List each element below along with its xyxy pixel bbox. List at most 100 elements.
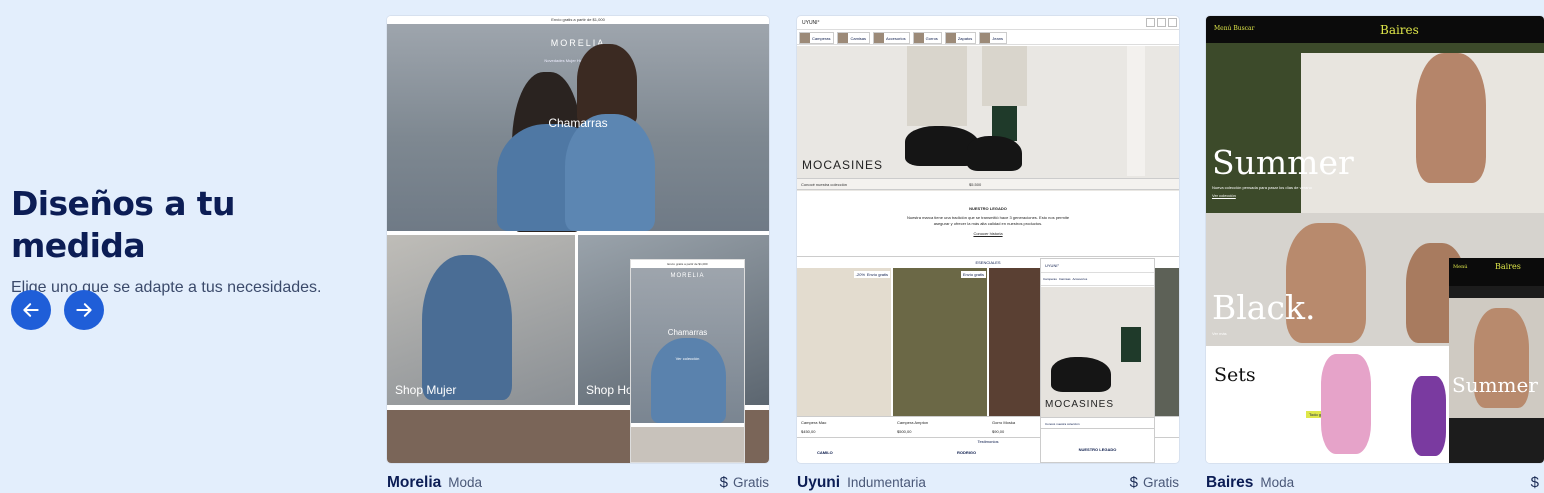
menu-icon xyxy=(1168,18,1177,27)
preview-hero-title: Summer xyxy=(1212,143,1354,182)
carousel-prev-button[interactable] xyxy=(11,290,51,330)
preview-nav: Novedades Mujer Hombre Accesorios xyxy=(544,58,612,63)
mobile-header: Menú Baires xyxy=(1449,258,1544,286)
category-thumbnail xyxy=(980,33,991,43)
mobile-banner: Envío gratis a partir de $1,000 xyxy=(667,262,708,266)
dollar-icon: $ xyxy=(1129,474,1138,491)
category-label: Camisas xyxy=(850,35,867,41)
legacy-text: Nuestra marca tiene una tradición que se… xyxy=(906,215,1070,226)
preview-header: UYUNI° xyxy=(797,16,1179,30)
product-image xyxy=(1155,268,1179,416)
hero-trouser-right xyxy=(982,46,1027,106)
product-name: Gorro Moska xyxy=(992,420,1016,425)
hero-model-right-jacket xyxy=(565,114,655,231)
product-image: -20% Envío gratis xyxy=(797,268,891,416)
hero-model-right xyxy=(577,44,637,124)
preview-category: Jeans xyxy=(979,32,1007,44)
preview-category: Zapatos xyxy=(944,32,977,44)
hero-trouser-left xyxy=(907,46,967,126)
preview-hero-title: MOCASINES xyxy=(802,158,884,172)
theme-price-label: Gratis xyxy=(732,475,769,490)
theme-card-uyuni[interactable]: UYUNI° Camperas Camisas Accesorios Gorro… xyxy=(797,16,1179,463)
preview-top-banner: Envío gratis a partir de $1,000 xyxy=(387,16,769,24)
mobile-logo: Baires xyxy=(1495,262,1521,271)
carousel-next-button[interactable] xyxy=(64,290,104,330)
preview-mobile: Envío gratis a partir de $1,000 MORELIA … xyxy=(630,259,745,463)
carousel-controls xyxy=(11,290,104,330)
mobile-hero-title: MOCASINES xyxy=(1045,399,1115,410)
preview-mobile: UYUNI° Camperas Camisas Accesorios MOCAS… xyxy=(1040,258,1155,463)
legacy-title: NUESTRO LEGADO xyxy=(969,206,1007,211)
cart-icon xyxy=(1157,18,1166,27)
theme-name: Morelia xyxy=(387,474,442,491)
badge-shipping: Envío gratis xyxy=(864,271,890,278)
theme-card-morelia[interactable]: Envío gratis a partir de $1,000 MORELIA … xyxy=(387,16,769,463)
preview-category: Camperas xyxy=(799,32,835,44)
reviewer-name: CAMILO xyxy=(817,450,833,455)
theme-price: $ Gratis xyxy=(720,474,769,491)
mobile-category: Camisas xyxy=(1058,277,1071,281)
mobile-sock xyxy=(1121,327,1141,362)
category-label: Jeans xyxy=(992,35,1003,41)
section-title: Diseños a tu medida xyxy=(11,184,235,265)
preview-hero-text: Nueva colección pensada para pasar los d… xyxy=(1212,185,1312,190)
category-label: Accesorios xyxy=(886,35,906,41)
reviewer-name: RODRIGO xyxy=(957,450,977,455)
product-price: $500,00 xyxy=(897,429,912,434)
preview-hero: Summer Nueva colección pensada para pasa… xyxy=(1206,43,1544,213)
theme-caption-baires: Baires Moda $ xyxy=(1206,474,1544,492)
product-image: Envío gratis xyxy=(893,268,987,416)
category-label: Zapatos xyxy=(957,35,973,41)
arrow-right-icon xyxy=(76,303,92,317)
hero-bar-text: Conocé nuestra colección xyxy=(801,182,848,187)
theme-name: Baires xyxy=(1206,474,1254,491)
category-thumbnail xyxy=(800,33,810,43)
preview-tile-women: Shop Mujer xyxy=(387,235,575,405)
product-price: $450,00 xyxy=(801,429,816,434)
preview-category: Accesorios xyxy=(873,32,910,44)
mobile-model xyxy=(651,338,726,423)
preview-hero-bar: Conocé nuestra colección $5.500 xyxy=(797,178,1179,190)
hero-shoe-right xyxy=(967,136,1022,171)
theme-price: $ xyxy=(1531,474,1544,491)
theme-name: Uyuni xyxy=(797,474,841,491)
mobile-menu: Menú xyxy=(1453,264,1468,270)
section-intro: Diseños a tu medida Elige uno que se ada… xyxy=(11,183,351,297)
theme-price-label: Gratis xyxy=(1142,475,1179,490)
theme-caption-morelia: Morelia Moda $ Gratis xyxy=(387,474,769,492)
preview-header-icons xyxy=(1146,18,1177,27)
hero-bar-price: $5.500 xyxy=(969,182,982,187)
tile-label-men: Shop Ho xyxy=(586,383,633,397)
preview-hero: MORELIA Novedades Mujer Hombre Accesorio… xyxy=(387,24,769,232)
preview-menu: Menú Buscar xyxy=(1214,25,1255,32)
category-thumbnail xyxy=(874,33,885,43)
preview-header: Menú Buscar Baires xyxy=(1206,16,1544,43)
product-name: Campera Ampton xyxy=(897,420,929,425)
mobile-category: Accesorios xyxy=(1072,277,1088,281)
preview-logo: UYUNI° xyxy=(802,20,820,26)
mobile-category: Camperas xyxy=(1043,277,1057,281)
search-icon xyxy=(1146,18,1155,27)
category-thumbnail xyxy=(945,33,956,43)
theme-price: $ Gratis xyxy=(1130,474,1179,491)
category-thumbnail xyxy=(913,33,924,43)
section-title: Black. xyxy=(1212,288,1316,327)
preview-category: Camisas xyxy=(837,32,871,44)
mobile-hero-title: Chamarras xyxy=(667,328,708,337)
mobile-hero: MOCASINES xyxy=(1041,287,1154,417)
hero-model xyxy=(1416,53,1486,183)
bikini-purple xyxy=(1411,376,1446,456)
mobile-hero: MORELIA Chamarras Ver colección xyxy=(631,268,744,423)
bikini-pink xyxy=(1321,354,1371,454)
dollar-icon: $ xyxy=(1530,474,1539,491)
hero-chair-leg xyxy=(1127,46,1145,176)
dollar-icon: $ xyxy=(719,474,728,491)
theme-card-baires[interactable]: Menú Buscar Baires Summer Nueva colecció… xyxy=(1206,16,1544,463)
tile-model xyxy=(422,255,512,400)
theme-category: Indumentaria xyxy=(847,475,926,490)
preview-hero-title: Chamarras xyxy=(548,116,608,130)
product-image xyxy=(989,268,1041,416)
mobile-tile xyxy=(631,427,744,462)
mobile-logo: MORELIA xyxy=(670,273,705,279)
sets-title: Sets xyxy=(1214,364,1256,386)
